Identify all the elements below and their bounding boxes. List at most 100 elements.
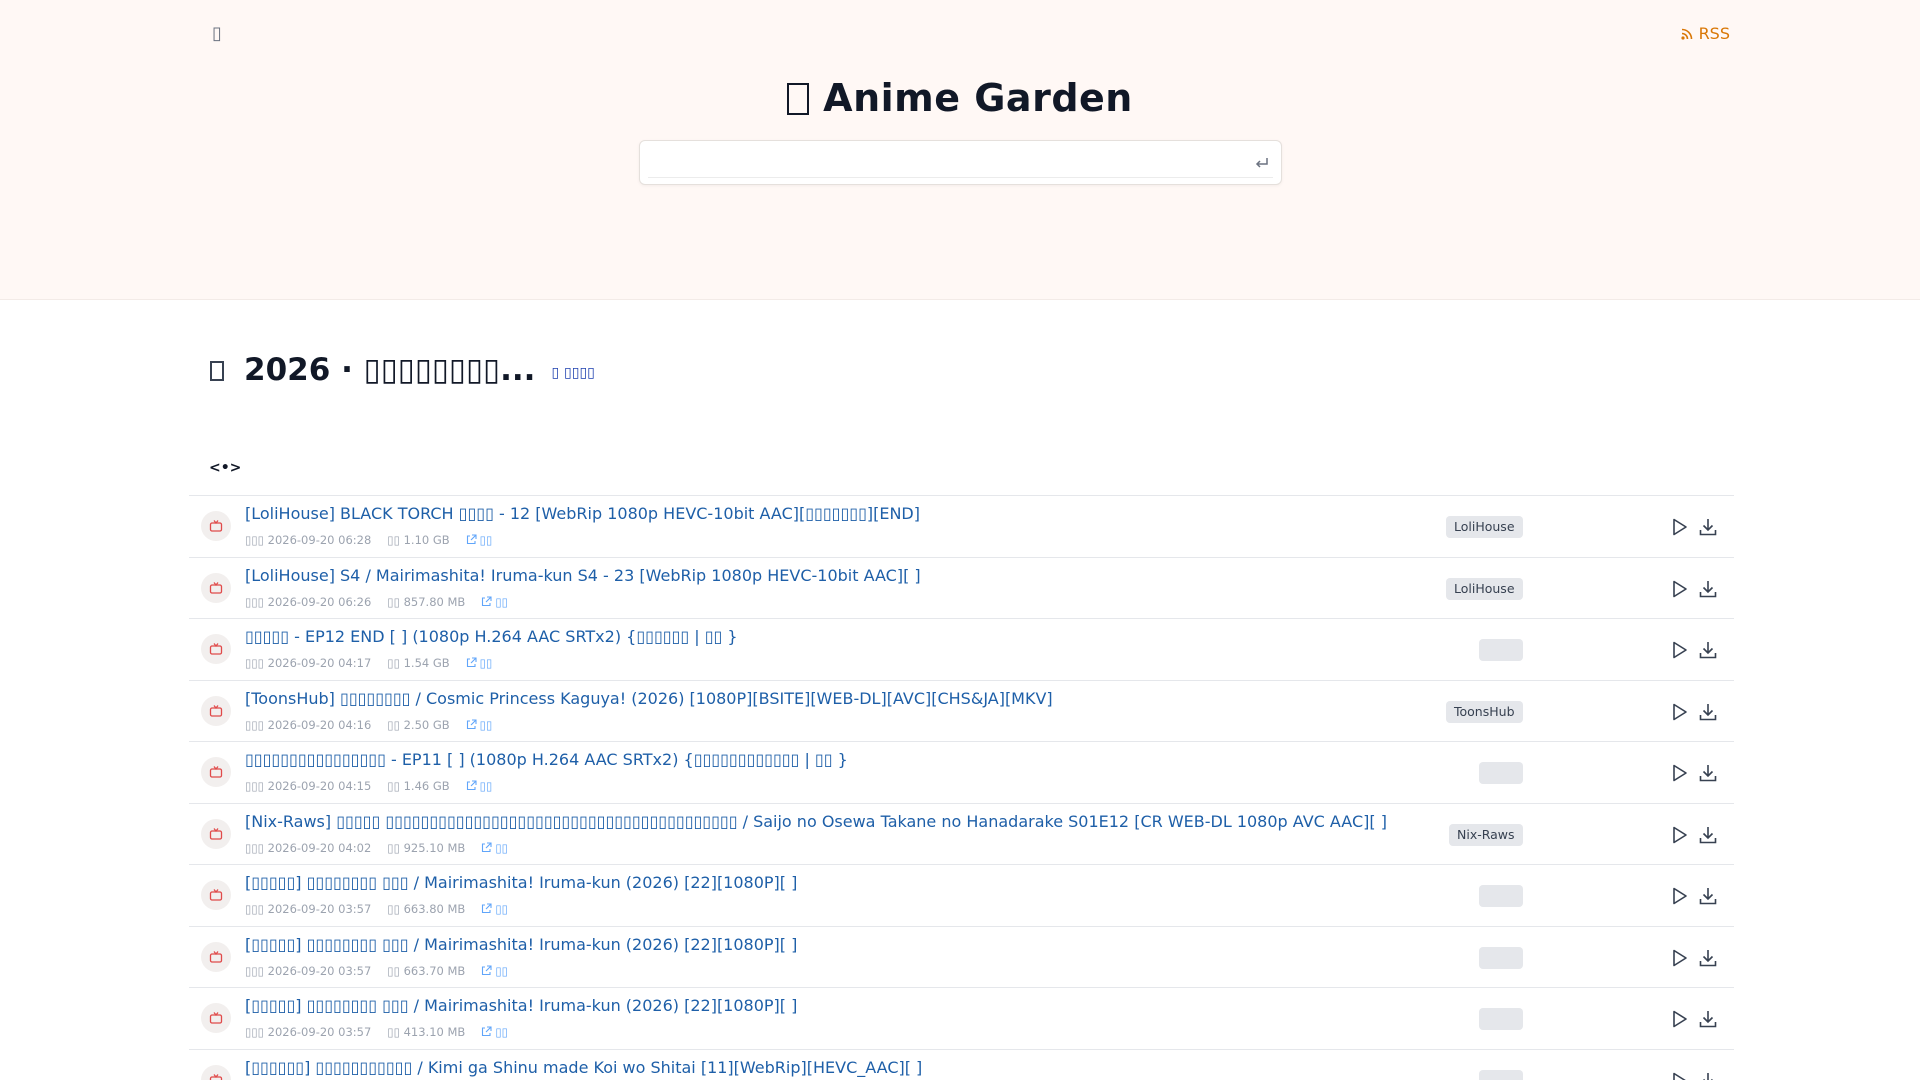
resource-size: ▯▯ 925.10 MB xyxy=(387,840,466,855)
download-icon[interactable] xyxy=(1697,824,1719,846)
download-icon[interactable] xyxy=(1697,1008,1719,1030)
resource-list: [LoliHouse] BLACK TORCH ▯▯▯▯ - 12 [WebRi… xyxy=(189,495,1734,1080)
fansub-badge[interactable] xyxy=(1479,885,1523,907)
download-icon[interactable] xyxy=(1697,578,1719,600)
resource-ext-link[interactable]: ▯▯ xyxy=(481,1025,508,1039)
resource-meta: ▯▯▯ 2026-09-20 04:16 ▯▯ 2.50 GB ▯▯ xyxy=(245,718,492,732)
resource-date: ▯▯▯ 2026-09-20 06:28 xyxy=(245,533,372,547)
download-icon[interactable] xyxy=(1697,885,1719,907)
resource-ext-link[interactable]: ▯▯ xyxy=(466,779,492,793)
play-icon[interactable] xyxy=(1668,516,1690,538)
resource-ext-label: ▯▯ xyxy=(495,594,508,609)
tv-icon xyxy=(209,889,223,901)
play-icon[interactable] xyxy=(1668,578,1690,600)
external-link-icon xyxy=(466,534,477,545)
play-icon[interactable] xyxy=(1668,762,1690,784)
play-icon[interactable] xyxy=(1668,824,1690,846)
resource-row: [ToonsHub] ▯▯▯▯▯▯▯▯ / Cosmic Princess Ka… xyxy=(189,681,1734,742)
video-type-icon xyxy=(201,880,231,910)
resource-date: ▯▯▯ 2026-09-20 03:57 xyxy=(245,963,372,978)
tv-icon xyxy=(209,581,223,594)
play-icon[interactable] xyxy=(1668,1008,1690,1030)
external-link-icon xyxy=(482,841,492,852)
download-icon[interactable] xyxy=(1697,762,1719,784)
bookmark-icon xyxy=(210,361,224,381)
video-type-icon xyxy=(201,511,231,541)
resource-meta: ▯▯▯ 2026-09-20 06:26 ▯▯ 857.80 MB ▯▯ xyxy=(245,595,508,609)
external-link-icon xyxy=(482,964,492,975)
download-icon[interactable] xyxy=(1697,1070,1719,1080)
play-icon[interactable] xyxy=(1668,639,1690,661)
brand-logo-icon[interactable]: ▯ xyxy=(212,24,228,44)
rss-label: RSS xyxy=(1698,24,1730,43)
resource-title-link[interactable]: [ToonsHub] ▯▯▯▯▯▯▯▯ / Cosmic Princess Ka… xyxy=(245,689,1053,708)
external-link-icon xyxy=(466,780,477,791)
fansub-badge[interactable] xyxy=(1479,639,1523,661)
rss-icon xyxy=(1680,28,1692,40)
site-title: Anime Garden xyxy=(0,76,1920,120)
tv-icon xyxy=(209,520,223,532)
external-link-icon xyxy=(482,903,492,914)
resource-ext-link[interactable]: ▯▯ xyxy=(466,718,492,732)
resource-meta: ▯▯▯ 2026-09-20 04:02 ▯▯ 925.10 MB ▯▯ xyxy=(245,841,508,855)
resource-title-link[interactable]: [▯▯▯▯▯] ▯▯▯▯▯▯▯▯ ▯▯▯ / Mairimashita! Iru… xyxy=(245,935,797,954)
resource-title-link[interactable]: [LoliHouse] S4 / Mairimashita! Iruma-kun… xyxy=(245,566,921,585)
resource-size: ▯▯ 663.80 MB xyxy=(387,902,466,916)
video-type-icon xyxy=(201,941,231,972)
rss-link[interactable]: RSS xyxy=(1680,24,1730,43)
resource-ext-link[interactable]: ▯▯ xyxy=(466,656,492,670)
fansub-badge[interactable] xyxy=(1479,1069,1523,1080)
code-view-toggle-icon[interactable]: <•> xyxy=(209,460,241,476)
resource-ext-label: ▯▯ xyxy=(495,902,508,916)
fansub-badge[interactable]: Nix-Raws xyxy=(1449,823,1523,846)
download-icon[interactable] xyxy=(1697,639,1719,661)
play-icon[interactable] xyxy=(1668,947,1690,969)
resource-ext-link[interactable]: ▯▯ xyxy=(481,964,508,978)
resource-size: ▯▯ 1.46 GB xyxy=(387,779,450,793)
video-type-icon xyxy=(201,572,231,603)
resource-title-link[interactable]: [▯▯▯▯▯▯] ▯▯▯▯▯▯▯▯▯▯▯ / Kimi ga Shinu mad… xyxy=(245,1058,922,1077)
resource-ext-link[interactable]: ▯▯ xyxy=(481,841,508,855)
resource-ext-label: ▯▯ xyxy=(495,1025,508,1039)
fansub-badge[interactable]: LoliHouse xyxy=(1446,516,1523,538)
resource-title-link[interactable]: [Nix-Raws] ▯▯▯▯▯ ▯▯▯▯▯▯▯▯▯▯▯▯▯▯▯▯▯▯▯▯▯▯▯… xyxy=(245,812,1387,831)
fansub-badge[interactable]: LoliHouse xyxy=(1446,577,1523,600)
resource-ext-link[interactable]: ▯▯ xyxy=(466,533,492,547)
site-header: ▯ RSS Anime Garden xyxy=(0,0,1920,300)
fansub-badge[interactable] xyxy=(1479,762,1523,784)
resource-date: ▯▯▯ 2026-09-20 06:26 xyxy=(245,594,372,609)
resource-size: ▯▯ 663.70 MB xyxy=(387,963,466,978)
tv-icon xyxy=(209,643,223,655)
resource-meta: ▯▯▯ 2026-09-20 06:28 ▯▯ 1.10 GB ▯▯ xyxy=(245,533,492,547)
fansub-badge[interactable]: ToonsHub xyxy=(1446,700,1523,723)
play-icon[interactable] xyxy=(1668,1070,1690,1080)
section-title: 2026 · ▯▯▯▯▯▯▯▯... xyxy=(244,352,536,388)
tv-icon xyxy=(209,704,223,717)
video-type-icon xyxy=(201,1003,231,1033)
search-box xyxy=(639,140,1282,185)
fansub-badge[interactable] xyxy=(1479,946,1523,969)
resource-ext-link[interactable]: ▯▯ xyxy=(481,595,508,609)
download-icon[interactable] xyxy=(1697,516,1719,538)
resource-meta: ▯▯▯ 2026-09-20 03:57 ▯▯ 663.80 MB ▯▯ xyxy=(245,902,508,916)
play-icon[interactable] xyxy=(1668,701,1690,723)
resource-row: [▯▯▯▯▯] ▯▯▯▯▯▯▯▯ ▯▯▯ / Mairimashita! Iru… xyxy=(189,988,1734,1050)
resource-title-link[interactable]: ▯▯▯▯▯ - EP12 END [ ] (1080p H.264 AAC SR… xyxy=(245,627,738,646)
resource-title-link[interactable]: ▯▯▯▯▯▯▯▯▯▯▯▯▯▯▯▯ - EP11 [ ] (1080p H.264… xyxy=(245,750,848,769)
resource-size: ▯▯ 857.80 MB xyxy=(387,594,466,609)
resource-row: ▯▯▯▯▯ - EP12 END [ ] (1080p H.264 AAC SR… xyxy=(189,619,1734,681)
download-icon[interactable] xyxy=(1697,701,1719,723)
resource-date: ▯▯▯ 2026-09-20 03:57 xyxy=(245,902,372,916)
play-icon[interactable] xyxy=(1668,885,1690,907)
download-icon[interactable] xyxy=(1697,947,1719,969)
resource-title-link[interactable]: [▯▯▯▯▯] ▯▯▯▯▯▯▯▯ ▯▯▯ / Mairimashita! Iru… xyxy=(245,873,797,892)
resource-meta: ▯▯▯ 2026-09-20 03:57 ▯▯ 413.10 MB ▯▯ xyxy=(245,1025,508,1039)
section-action-link[interactable]: ▯ ▯▯▯▯ xyxy=(551,365,594,381)
external-link-icon xyxy=(466,718,477,729)
fansub-badge[interactable] xyxy=(1479,1008,1523,1030)
search-input[interactable] xyxy=(652,147,1242,179)
resource-title-link[interactable]: [▯▯▯▯▯] ▯▯▯▯▯▯▯▯ ▯▯▯ / Mairimashita! Iru… xyxy=(245,996,797,1015)
resource-ext-link[interactable]: ▯▯ xyxy=(481,902,508,916)
enter-icon[interactable] xyxy=(1253,154,1271,172)
resource-title-link[interactable]: [LoliHouse] BLACK TORCH ▯▯▯▯ - 12 [WebRi… xyxy=(245,504,920,523)
